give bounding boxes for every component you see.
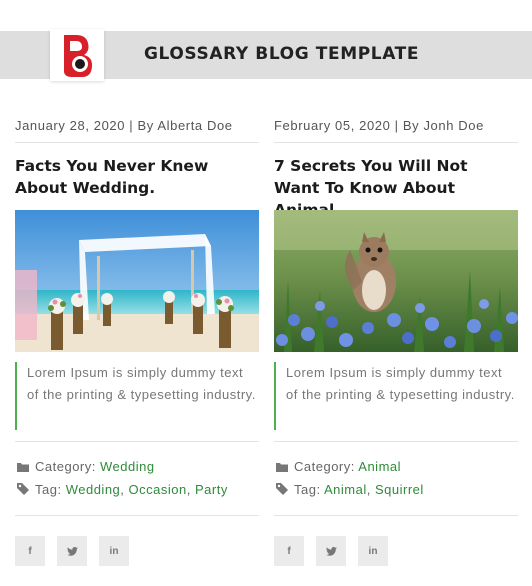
linkedin-share-button[interactable]: in xyxy=(358,536,388,566)
tag-link[interactable]: Party xyxy=(195,482,228,497)
post-date[interactable]: February 05, 2020 xyxy=(274,118,390,133)
divider xyxy=(274,441,518,442)
brand-logo-icon xyxy=(64,35,92,77)
twitter-icon xyxy=(66,546,78,556)
twitter-share-button[interactable] xyxy=(316,536,346,566)
post-title[interactable]: Facts You Never Knew About Wedding. xyxy=(15,155,259,199)
post-tags: Tag: Animal, Squirrel xyxy=(276,482,424,498)
category-link[interactable]: Wedding xyxy=(100,459,155,474)
twitter-share-button[interactable] xyxy=(57,536,87,566)
divider xyxy=(274,515,518,516)
facebook-share-button[interactable]: f xyxy=(274,536,304,566)
post-date[interactable]: January 28, 2020 xyxy=(15,118,125,133)
tag-link[interactable]: Squirrel xyxy=(375,482,424,497)
linkedin-icon: in xyxy=(368,545,378,557)
tag-link[interactable]: Wedding xyxy=(66,482,121,497)
meta-separator: | xyxy=(394,118,399,133)
post-meta: January 28, 2020 | By Alberta Doe xyxy=(15,118,259,133)
facebook-share-button[interactable]: f xyxy=(15,536,45,566)
post-excerpt: Lorem Ipsum is simply dummy text of the … xyxy=(274,362,518,430)
facebook-icon: f xyxy=(287,545,291,557)
divider xyxy=(274,142,518,143)
category-label: Category: xyxy=(294,459,355,474)
folder-icon xyxy=(276,460,288,475)
divider xyxy=(15,142,259,143)
beach-wedding-image xyxy=(15,210,259,352)
facebook-icon: f xyxy=(28,545,32,557)
linkedin-share-button[interactable]: in xyxy=(99,536,129,566)
post-image[interactable] xyxy=(274,210,518,352)
tag-link[interactable]: Animal xyxy=(324,482,367,497)
post-author[interactable]: Alberta Doe xyxy=(157,118,232,133)
post-meta: February 05, 2020 | By Jonh Doe xyxy=(274,118,518,133)
page-title: GLOSSARY BLOG TEMPLATE xyxy=(144,44,420,64)
by-label: By xyxy=(137,118,154,133)
category-link[interactable]: Animal xyxy=(358,459,401,474)
post-author[interactable]: Jonh Doe xyxy=(423,118,483,133)
tag-label: Tag: xyxy=(35,482,62,497)
tag-link[interactable]: Occasion xyxy=(129,482,187,497)
logo[interactable] xyxy=(50,29,104,81)
folder-icon xyxy=(17,460,29,475)
tag-icon xyxy=(17,483,29,498)
squirrel-image xyxy=(274,210,518,352)
post-image[interactable] xyxy=(15,210,259,352)
post-category: Category: Wedding xyxy=(17,459,155,475)
divider xyxy=(15,441,259,442)
tag-label: Tag: xyxy=(294,482,321,497)
twitter-icon xyxy=(325,546,337,556)
tag-icon xyxy=(276,483,288,498)
category-label: Category: xyxy=(35,459,96,474)
post-tags: Tag: Wedding, Occasion, Party xyxy=(17,482,228,498)
post-excerpt: Lorem Ipsum is simply dummy text of the … xyxy=(15,362,259,430)
linkedin-icon: in xyxy=(109,545,119,557)
by-label: By xyxy=(402,118,420,133)
divider xyxy=(15,515,259,516)
post-category: Category: Animal xyxy=(276,459,401,475)
meta-separator: | xyxy=(129,118,134,133)
